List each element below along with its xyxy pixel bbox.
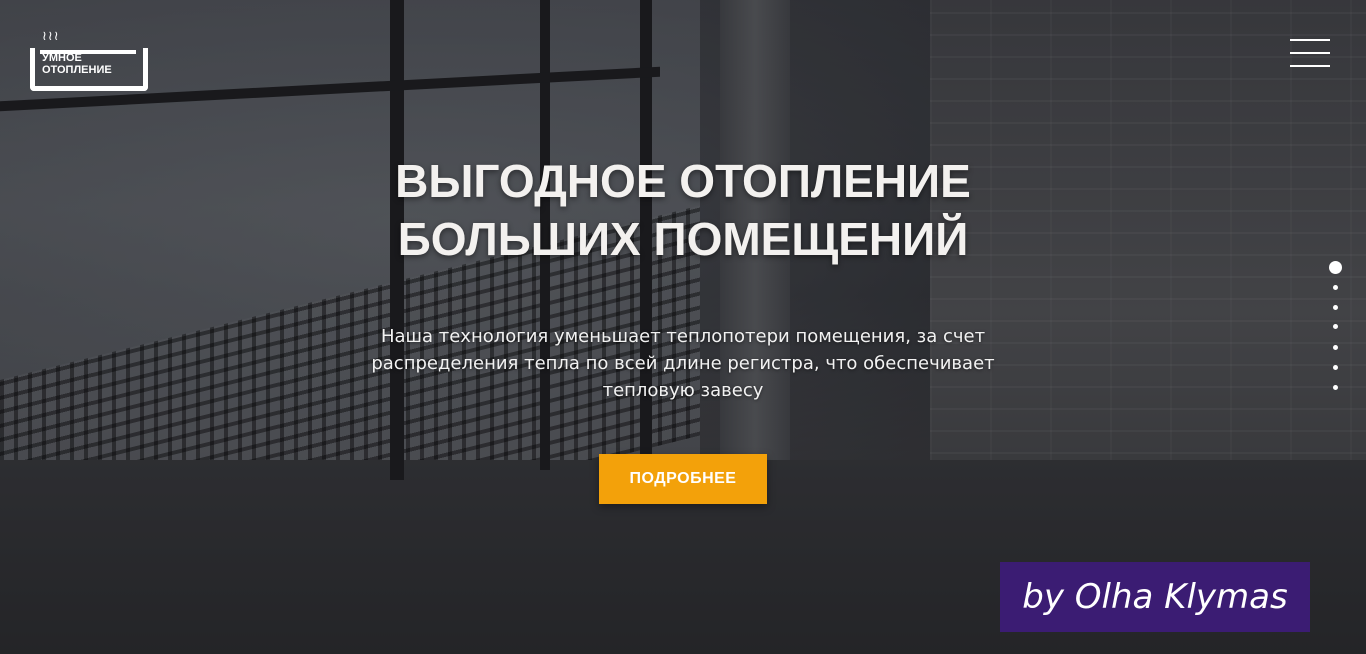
- steam-icon: ≀≀≀: [42, 29, 60, 44]
- site-logo[interactable]: ≀≀≀ УМНОЕ ОТОПЛЕНИЕ: [30, 29, 148, 92]
- slider-dot[interactable]: [1333, 365, 1338, 370]
- logo-line-2: ОТОПЛЕНИЕ: [42, 64, 112, 76]
- slider-dot[interactable]: [1333, 305, 1338, 310]
- title-line-1: ВЫГОДНОЕ ОТОПЛЕНИЕ: [395, 155, 971, 207]
- page-title: ВЫГОДНОЕ ОТОПЛЕНИЕ БОЛЬШИХ ПОМЕЩЕНИЙ: [283, 152, 1083, 268]
- logo-line-1: УМНОЕ: [42, 52, 82, 64]
- slider-dot[interactable]: [1333, 385, 1338, 390]
- slider-dot[interactable]: [1333, 285, 1338, 290]
- author-watermark: by Olha Klymas: [1000, 562, 1310, 632]
- hero-description: Наша технология уменьшает теплопотери по…: [371, 326, 995, 401]
- title-line-2: БОЛЬШИХ ПОМЕЩЕНИЙ: [397, 213, 969, 265]
- hamburger-icon: [1290, 65, 1330, 67]
- slider-dot[interactable]: [1333, 324, 1338, 329]
- slider-pagination: [1326, 261, 1344, 393]
- slider-dot[interactable]: [1333, 345, 1338, 350]
- logo-text: УМНОЕ ОТОПЛЕНИЕ: [42, 52, 112, 76]
- more-details-button[interactable]: ПОДРОБНЕЕ: [599, 454, 767, 504]
- hamburger-icon: [1290, 39, 1330, 41]
- slider-dot[interactable]: [1329, 261, 1342, 274]
- hero-section: ≀≀≀ УМНОЕ ОТОПЛЕНИЕ ВЫГОДНОЕ ОТОПЛЕНИЕ Б…: [0, 0, 1366, 654]
- menu-button[interactable]: [1290, 38, 1332, 70]
- hamburger-icon: [1290, 52, 1330, 54]
